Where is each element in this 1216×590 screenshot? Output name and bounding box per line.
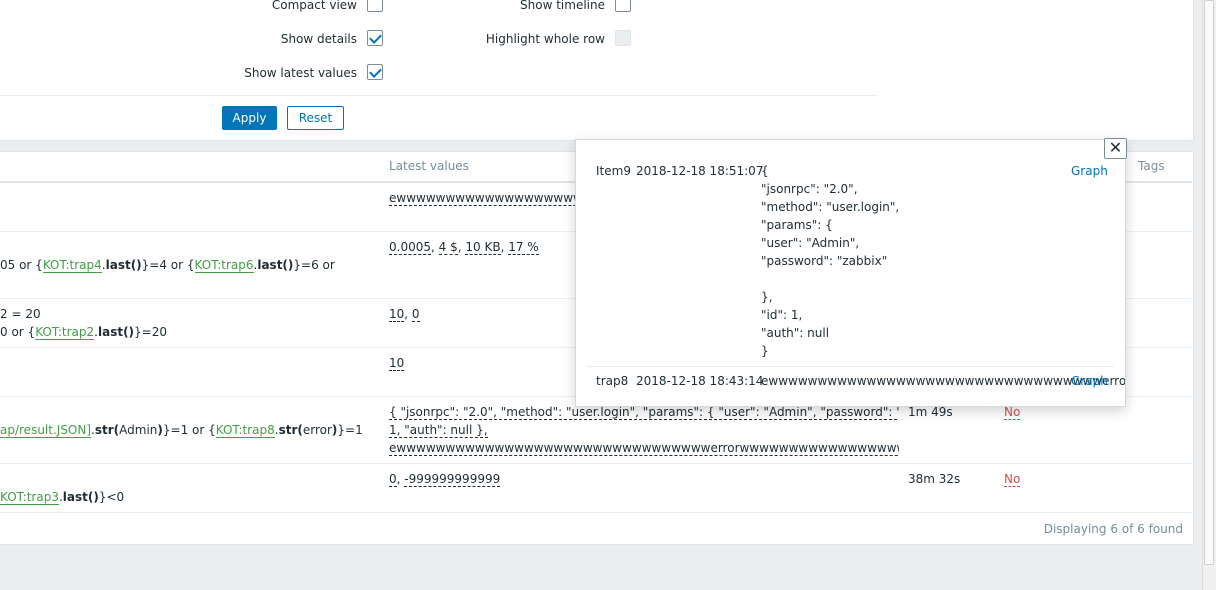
show-latest-values-label: Show latest values [244,66,357,80]
popup-item-name: trap8 [596,374,629,388]
table-footer-count: Displaying 6 of 6 found [1043,522,1183,536]
expr-text: }=20 [134,325,168,339]
row-divider [0,463,1192,464]
expr-text: }=4 or { [141,258,195,272]
trigger-expression: 2 = 20 [0,305,41,323]
graph-link[interactable]: Graph [1071,162,1108,180]
close-icon[interactable]: ✕ [1104,138,1127,159]
column-header-latest-values[interactable]: Latest values [389,157,469,175]
latest-values-popup: Item9 2018-12-18 18:51:07 { "jsonrpc": "… [575,139,1126,407]
column-header-tags: Tags [1138,159,1165,173]
trigger-expression: ap/result.JSON].str(Admin)}=1 or {KOT:tr… [0,421,363,439]
expr-text: error [302,423,332,437]
latest-values-cell: 10 [389,354,405,372]
item-link[interactable]: KOT:trap8 [215,423,275,438]
filter-divider [0,95,877,96]
latest-value[interactable]: -999999999999 [404,472,501,487]
expr-function: str( [94,423,120,437]
expr-function: last() [257,258,294,272]
scrollbar-thumb[interactable] [1204,0,1214,565]
highlight-whole-row-label: Highlight whole row [485,32,605,46]
highlight-whole-row-checkbox[interactable] [615,30,631,46]
ack-link[interactable]: No [1004,405,1021,420]
expr-text: }=1 or { [162,423,216,437]
latest-values-cell: 0.0005, 4 $, 10 KB, 17 % [389,238,539,256]
popup-divider [586,366,1114,367]
item-link[interactable]: ap/result.JSON] [0,423,92,438]
latest-values-cell: 0, -999999999999 [389,470,501,488]
latest-value[interactable]: 10 KB [465,240,501,255]
latest-value[interactable]: 17 % [508,240,539,255]
expr-function: last() [105,258,142,272]
expr-text: Admin [119,423,158,437]
value-line: "password": "zabbix" [761,254,888,268]
popup-item-time: 2018-12-18 18:51:07 [636,164,764,178]
value-line: "auth": null [761,326,830,340]
separator: , [431,240,439,254]
item-link[interactable]: KOT:trap3 [0,490,59,505]
graph-link[interactable]: Graph [1071,372,1108,390]
show-timeline-checkbox[interactable] [615,0,631,12]
value-line: }, [761,290,773,304]
latest-value[interactable]: 4 $ [438,240,458,255]
show-details-label: Show details [280,32,357,46]
value-line: "jsonrpc": "2.0", [761,182,858,196]
expr-text: 2 = 20 [0,307,41,321]
item-link[interactable]: KOT:trap6 [194,258,254,273]
latest-value[interactable]: 0.0005 [389,240,431,255]
expr-function: str( [278,423,303,437]
compact-view-checkbox[interactable] [367,0,383,12]
trigger-expression: 05 or {KOT:trap4.last()}=4 or {KOT:trap6… [0,256,335,274]
latest-value[interactable]: 1, "auth": null }, [389,423,488,438]
value-line [761,270,1061,288]
popup-item-time: 2018-12-18 18:43:14 [636,374,764,388]
show-details-checkbox[interactable] [367,30,383,46]
reset-button[interactable]: Reset [287,106,344,130]
trigger-expression: 0 or {KOT:trap2.last()}=20 [0,323,167,341]
ack-status: No [1004,470,1021,488]
latest-value[interactable]: 0 [389,472,397,487]
expr-text: }<0 [98,490,125,504]
value-line: "method": "user.login", [761,200,900,214]
apply-button[interactable]: Apply [222,106,277,130]
item-link[interactable]: KOT:trap2 [35,325,95,340]
latest-value[interactable]: ewwwwwwwwwwwwwwwwwwwwwwwwwwwwwwwwerrorww… [389,441,899,456]
value-line: } [761,344,769,358]
separator: , [404,307,412,321]
expr-text: 0 or { [0,325,36,339]
latest-value[interactable]: 10 [389,356,405,371]
latest-values-cell: 10, 0 [389,305,420,323]
value-line: "id": 1, [761,308,803,322]
compact-view-label: Compact view [271,0,357,12]
show-latest-values-checkbox[interactable] [367,64,383,80]
show-timeline-label: Show timeline [520,0,605,12]
value-line: { [761,164,769,178]
latest-value[interactable]: 0 [411,307,420,322]
ack-link[interactable]: No [1004,472,1021,487]
filter-panel [0,0,1194,141]
row-divider [0,512,1192,513]
expr-function: last() [97,325,135,339]
trigger-expression: KOT:trap3.last()}<0 [0,488,124,506]
latest-values-cell: { "jsonrpc": "2.0", "method": "user.logi… [389,403,899,457]
duration: 38m 32s [908,472,961,486]
expr-text: }=1 [337,423,363,437]
expr-text: }=6 or [293,258,335,272]
value-line: "user": "Admin", [761,236,860,250]
popup-item-value: { "jsonrpc": "2.0", "method": "user.logi… [761,162,1061,360]
latest-value[interactable]: { "jsonrpc": "2.0", "method": "user.logi… [389,405,899,420]
value-line: "params": { [761,218,833,232]
item-link[interactable]: KOT:trap4 [42,258,102,273]
popup-item-name: Item9 [596,164,631,178]
expr-text: 05 or { [0,258,43,272]
latest-value[interactable]: 10 [389,307,405,322]
expr-function: last() [62,490,99,504]
